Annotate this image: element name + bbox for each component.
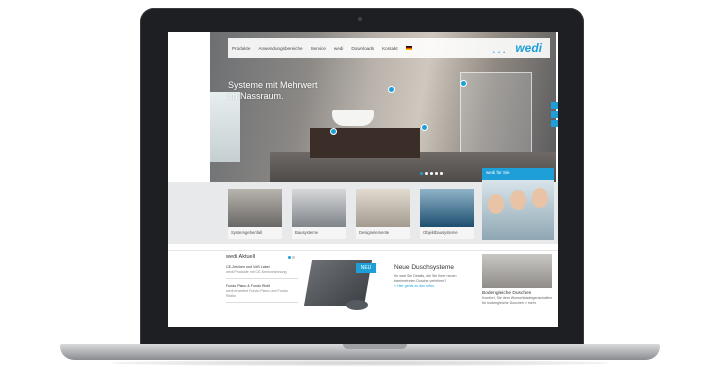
category-label: Bausysteme	[292, 227, 346, 239]
nav-item-kontakt[interactable]: Kontakt	[378, 46, 402, 51]
hotspot-icon[interactable]	[330, 128, 337, 135]
carousel-dot[interactable]	[435, 172, 438, 175]
hotspot-icon[interactable]	[460, 80, 467, 87]
nav-item-downloads[interactable]: Downloads	[347, 46, 378, 51]
laptop-base	[60, 344, 660, 360]
product-title: Neue Duschsysteme	[394, 264, 454, 271]
category-image	[228, 189, 282, 227]
hotspot-icon[interactable]	[388, 86, 395, 93]
category-card[interactable]: Systemgebenfall	[228, 189, 282, 239]
logo-dots: • • •	[492, 50, 506, 56]
hero-counter	[310, 128, 420, 158]
laptop-notch	[343, 344, 407, 349]
laptop-shadow	[110, 360, 610, 366]
feature-image[interactable]	[482, 254, 552, 288]
print-icon[interactable]	[551, 111, 558, 118]
share-icon[interactable]	[551, 102, 558, 109]
hotspot-icon[interactable]	[421, 124, 428, 131]
hero-window	[210, 92, 240, 162]
person-avatar	[532, 188, 548, 208]
category-image	[292, 189, 346, 227]
product-teaser: Neue Duschsysteme Ihr wart Sie Details, …	[394, 264, 458, 288]
product-text: Ihr wart Sie Details, die Sie Ihrer neue…	[394, 274, 457, 283]
carousel-dot[interactable]	[440, 172, 443, 175]
category-card[interactable]: Designelemente	[356, 189, 410, 239]
category-label: Systemgebenfall	[228, 227, 282, 239]
nav-item-wedi[interactable]: wedi	[330, 46, 347, 51]
category-image	[356, 189, 410, 227]
product-link[interactable]: » Hier gehts zu den Infos	[394, 284, 458, 288]
section-divider	[168, 250, 558, 251]
carousel-dot[interactable]	[420, 172, 423, 175]
side-toolbar	[551, 102, 558, 127]
news-item-sub: wedi Produkte mit CE-Kennzeichnung	[226, 270, 287, 274]
category-card[interactable]: Objektbausysteme	[420, 189, 474, 239]
news-item-sub: wedi erweitert Fundo Plano und Fundo Rio…	[226, 289, 288, 298]
wedi-logo[interactable]: wedi	[515, 41, 542, 55]
nav-item-service[interactable]: Service	[307, 46, 330, 51]
category-card[interactable]: Bausysteme	[292, 189, 346, 239]
category-label: Designelemente	[356, 227, 410, 239]
mail-icon[interactable]	[551, 120, 558, 127]
news-pager[interactable]	[288, 256, 295, 259]
news-item[interactable]: CE-Zeichen und VdS Label wedi Produkte m…	[226, 265, 298, 279]
person-avatar	[510, 190, 526, 210]
camera-icon	[358, 17, 362, 21]
drain-image	[346, 300, 368, 310]
new-badge: NEU	[356, 263, 376, 273]
carousel-dot[interactable]	[425, 172, 428, 175]
carousel-dot[interactable]	[430, 172, 433, 175]
category-label: Objektbausysteme	[420, 227, 474, 239]
news-item[interactable]: Fundo Plano & Fundo Riolit wedi erweiter…	[226, 284, 298, 303]
promo-box[interactable]: wedi für Sie	[482, 168, 554, 240]
promo-label: wedi für Sie	[486, 170, 510, 175]
carousel-dots[interactable]	[420, 172, 443, 175]
pager-dot[interactable]	[292, 256, 295, 259]
person-avatar	[488, 194, 504, 214]
nav-item-anwendungsbereiche[interactable]: Anwendungsbereiche	[254, 46, 306, 51]
hero-basin	[332, 110, 374, 126]
feature-teaser: Bodengleiche Duschen Komfort, Sie dem Wu…	[482, 254, 554, 306]
website-screen: Systeme mit Mehrwert im Nassraum. Produk…	[168, 32, 558, 327]
top-navigation: Produkte Anwendungsbereiche Service wedi…	[228, 38, 550, 58]
nav-item-produkte[interactable]: Produkte	[228, 46, 254, 51]
language-flag-icon[interactable]	[405, 46, 412, 50]
feature-text: Komfort, Sie dem Wunschbadeigenschaften …	[482, 296, 553, 305]
news-panel: wedi Aktuell CE-Zeichen und VdS Label we…	[226, 254, 298, 303]
promo-people-image	[482, 180, 554, 240]
category-image	[420, 189, 474, 227]
pager-dot[interactable]	[288, 256, 291, 259]
hero-title: Systeme mit Mehrwert im Nassraum.	[228, 80, 318, 101]
